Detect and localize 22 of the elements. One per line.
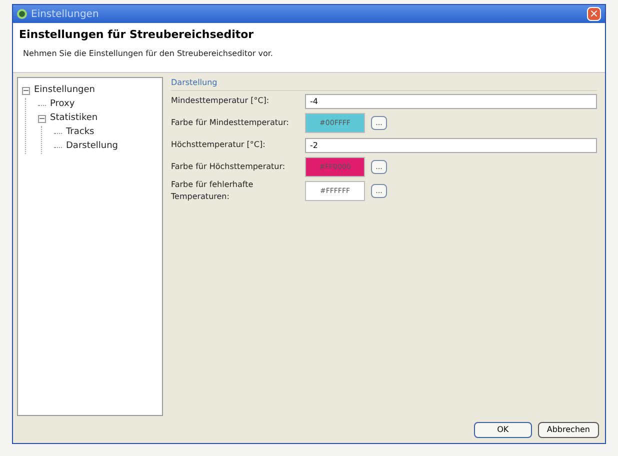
- expander-toggle[interactable]: −: [38, 115, 46, 123]
- field-label: Mindesttemperatur [°C]:: [171, 95, 270, 107]
- field-label: Höchsttemperatur [°C]:: [171, 139, 266, 151]
- header-subtitle: Nehmen Sie die Einstellungen für den Streubereichseditor vor.: [22, 48, 274, 60]
- dialog-button[interactable]: Abbrechen: [538, 422, 599, 438]
- dialog-button[interactable]: OK: [474, 422, 532, 438]
- header-title: Einstellungen für Streubereichseditor: [19, 27, 255, 43]
- tree-item[interactable]: Tracks: [66, 126, 94, 140]
- tree-item[interactable]: Proxy: [50, 98, 75, 112]
- field-label: Farbe für Mindesttemperatur:: [171, 117, 290, 129]
- input-field[interactable]: -4: [305, 94, 597, 108]
- expander-toggle[interactable]: −: [22, 87, 30, 95]
- tree-item[interactable]: Darstellung: [66, 140, 118, 154]
- window-title: Einstellungen: [31, 8, 99, 22]
- app-icon: [17, 9, 27, 19]
- field-label: Farbe für fehlerhafte Temperaturen:: [171, 179, 254, 203]
- field-label: Farbe für Höchsttemperatur:: [171, 161, 286, 173]
- section-title: Darstellung: [171, 77, 597, 91]
- close-button[interactable]: ×: [587, 7, 601, 21]
- input-field[interactable]: -2: [305, 138, 597, 152]
- tree-item[interactable]: Einstellungen: [34, 84, 96, 98]
- tree-item[interactable]: Statistiken: [50, 112, 98, 126]
